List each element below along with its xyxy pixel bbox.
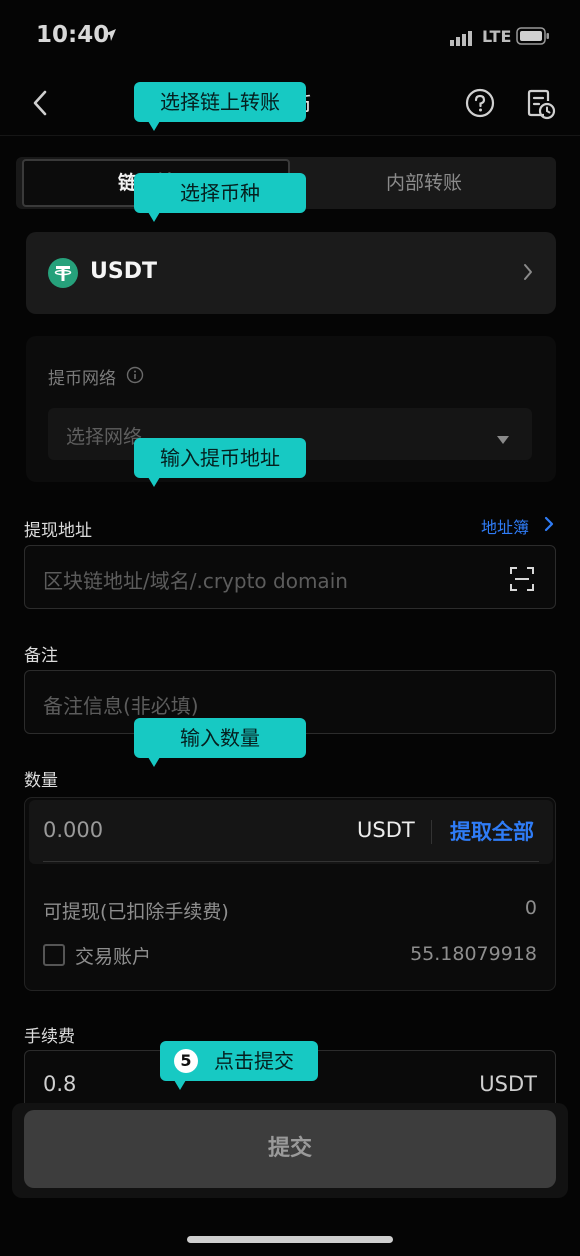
amount-input[interactable]: 0.000 USDT 提取全部	[29, 800, 553, 864]
memo-label: 备注	[24, 646, 58, 666]
help-icon[interactable]	[465, 88, 495, 122]
tooltip-arrow	[148, 757, 160, 767]
address-label: 提现地址	[24, 521, 92, 541]
tooltip-arrow	[148, 477, 160, 487]
fee-label: 手续费	[24, 1027, 75, 1047]
divider	[431, 820, 432, 844]
network-label: 提币网络	[48, 369, 116, 389]
tooltip-enter-address: 输入提币地址	[134, 438, 306, 487]
address-placeholder: 区块链地址/域名/.crypto domain	[43, 569, 348, 593]
available-value: 0	[524, 897, 537, 919]
tooltip-text: 选择币种	[180, 181, 260, 205]
scan-qr-icon[interactable]	[509, 566, 535, 596]
tooltip-arrow	[174, 1080, 186, 1090]
chevron-right-icon	[522, 262, 534, 286]
home-indicator	[187, 1236, 393, 1243]
amount-label: 数量	[24, 771, 58, 791]
amount-section: 0.000 USDT 提取全部 可提现(已扣除手续费) 0 交易账户 55.18…	[24, 797, 556, 991]
caret-down-icon	[496, 430, 510, 449]
coin-name: USDT	[90, 259, 157, 284]
tooltip-text: 输入提币地址	[160, 446, 280, 470]
trade-account-checkbox[interactable]	[43, 944, 65, 966]
history-record-icon[interactable]	[526, 88, 556, 124]
network-type: LTE	[482, 27, 512, 46]
chevron-right-icon[interactable]	[543, 515, 555, 537]
tooltip-text: 输入数量	[180, 726, 260, 750]
withdraw-all-button[interactable]: 提取全部	[450, 816, 534, 846]
trade-account-value: 55.18079918	[410, 943, 537, 965]
network-placeholder: 选择网络	[66, 426, 143, 448]
tooltip-arrow	[148, 212, 160, 222]
usdt-logo-icon	[48, 258, 78, 292]
address-input[interactable]: 区块链地址/域名/.crypto domain	[24, 545, 556, 609]
trade-account-label[interactable]: 交易账户	[75, 942, 151, 969]
address-book-link[interactable]: 地址簿	[481, 514, 529, 538]
coin-selector[interactable]: USDT	[26, 232, 556, 314]
tooltip-arrow	[148, 121, 160, 131]
status-bar: 10:40 LTE	[0, 0, 580, 74]
signal-icon	[450, 29, 476, 51]
fee-unit: USDT	[479, 1072, 537, 1096]
tooltip-select-onchain: 选择链上转账	[134, 82, 306, 131]
memo-placeholder: 备注信息(非必填)	[43, 694, 199, 718]
bottom-action-bar: 提交	[12, 1103, 568, 1198]
battery-icon	[516, 27, 550, 49]
divider	[43, 861, 539, 862]
tooltip-click-submit: 5 点击提交	[160, 1041, 318, 1090]
tooltip-select-coin: 选择币种	[134, 173, 306, 222]
step-number-badge: 5	[174, 1049, 198, 1073]
tooltip-text: 选择链上转账	[160, 90, 280, 114]
status-time: 10:40	[36, 22, 110, 48]
amount-value: 0.000	[43, 818, 104, 842]
location-arrow-icon	[102, 27, 118, 47]
tab-internal-transfer[interactable]: 内部转账	[298, 159, 550, 207]
info-icon[interactable]	[126, 366, 144, 388]
submit-button[interactable]: 提交	[24, 1110, 556, 1188]
available-label: 可提现(已扣除手续费)	[43, 901, 229, 923]
fee-value: 0.8	[43, 1072, 77, 1096]
amount-unit: USDT	[357, 818, 415, 842]
tooltip-text: 点击提交	[214, 1049, 294, 1073]
tooltip-enter-amount: 输入数量	[134, 718, 306, 767]
